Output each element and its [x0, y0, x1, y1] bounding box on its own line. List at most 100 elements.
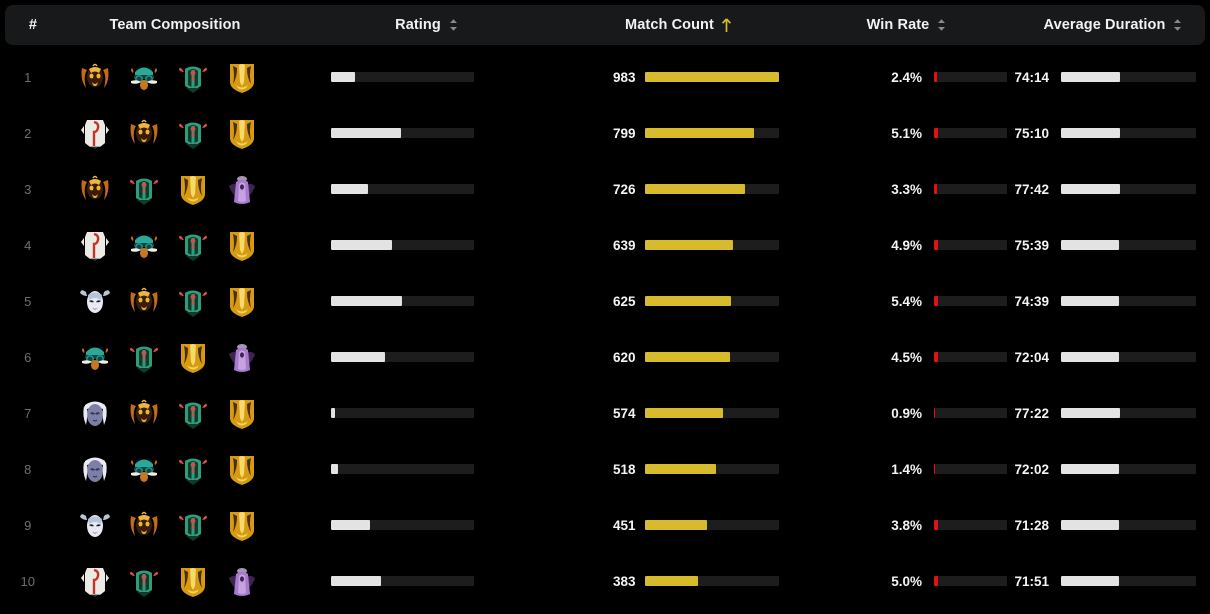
green-horned-armor-icon[interactable] [176, 452, 210, 486]
table-row[interactable]: 5 [0, 273, 1210, 329]
purple-winged-figure-icon[interactable] [225, 172, 259, 206]
rating-bar-track [331, 240, 474, 250]
table-row[interactable]: 10 [0, 553, 1210, 609]
table-row[interactable]: 4 [0, 217, 1210, 273]
column-header-rating[interactable]: Rating [289, 17, 565, 33]
column-header-team-label: Team Composition [109, 17, 240, 33]
row-rank: 3 [0, 182, 55, 197]
win-rate-bar-track [934, 520, 1007, 530]
green-horned-armor-icon[interactable] [127, 564, 161, 598]
table-row[interactable]: 7 [0, 385, 1210, 441]
win-rate-cell: 3.3% [779, 182, 1007, 197]
row-rank: 5 [0, 294, 55, 309]
green-horned-armor-icon[interactable] [176, 116, 210, 150]
teal-helm-mustache-icon[interactable] [127, 228, 161, 262]
orange-horned-beast-icon[interactable] [78, 60, 112, 94]
row-rank: 10 [0, 574, 55, 589]
average-duration-bar-track [1061, 464, 1196, 474]
pale-horned-face-icon[interactable] [78, 284, 112, 318]
row-rank: 9 [0, 518, 55, 533]
average-duration-cell: 77:42 [1007, 182, 1210, 197]
team-composition-icons [55, 284, 281, 318]
gold-shield-helm-icon[interactable] [225, 284, 259, 318]
teal-helm-mustache-icon[interactable] [127, 60, 161, 94]
blue-white-hair-face-icon[interactable] [78, 452, 112, 486]
green-horned-armor-icon[interactable] [176, 60, 210, 94]
win-rate-cell: 4.9% [779, 238, 1007, 253]
gold-shield-helm-icon[interactable] [225, 60, 259, 94]
sort-diamond-icon[interactable] [448, 18, 459, 32]
rating-cell [281, 72, 555, 82]
average-duration-value: 77:22 [1007, 406, 1049, 421]
rating-bar-fill [331, 296, 403, 306]
orange-horned-beast-icon[interactable] [127, 116, 161, 150]
table-body: 1 [0, 45, 1210, 609]
green-horned-armor-icon[interactable] [176, 228, 210, 262]
gold-shield-helm-icon[interactable] [225, 116, 259, 150]
column-header-average-duration[interactable]: Average Duration [1022, 17, 1205, 33]
green-horned-armor-icon[interactable] [127, 340, 161, 374]
green-horned-armor-icon[interactable] [176, 508, 210, 542]
average-duration-bar-fill [1061, 464, 1119, 474]
table-row[interactable]: 2 [0, 105, 1210, 161]
match-count-bar-fill [645, 520, 707, 530]
average-duration-value: 75:39 [1007, 238, 1049, 253]
white-red-banner-icon[interactable] [78, 116, 112, 150]
average-duration-cell: 75:10 [1007, 126, 1210, 141]
green-horned-armor-icon[interactable] [127, 172, 161, 206]
rating-bar-track [331, 464, 474, 474]
win-rate-bar-fill [934, 240, 938, 250]
blue-white-hair-face-icon[interactable] [78, 396, 112, 430]
column-header-team[interactable]: Team Composition [61, 17, 289, 33]
match-count-value: 383 [601, 574, 635, 589]
average-duration-bar-track [1061, 72, 1196, 82]
table-row[interactable]: 1 [0, 49, 1210, 105]
match-count-bar-track [645, 464, 779, 474]
sort-diamond-icon[interactable] [936, 18, 947, 32]
rating-cell [281, 576, 555, 586]
pale-horned-face-icon[interactable] [78, 508, 112, 542]
match-count-bar-track [645, 296, 779, 306]
win-rate-bar-fill [934, 184, 937, 194]
orange-horned-beast-icon[interactable] [78, 172, 112, 206]
purple-winged-figure-icon[interactable] [225, 340, 259, 374]
gold-shield-helm-icon[interactable] [225, 508, 259, 542]
table-row[interactable]: 6 [0, 329, 1210, 385]
gold-shield-helm-icon[interactable] [225, 228, 259, 262]
arrow-up-icon[interactable] [721, 18, 732, 33]
match-count-cell: 799 [555, 126, 780, 141]
table-row[interactable]: 9 [0, 497, 1210, 553]
gold-shield-helm-icon[interactable] [176, 172, 210, 206]
table-row[interactable]: 8 [0, 441, 1210, 497]
column-header-win-rate-label: Win Rate [867, 17, 930, 33]
gold-shield-helm-icon[interactable] [225, 396, 259, 430]
green-horned-armor-icon[interactable] [176, 396, 210, 430]
teal-helm-mustache-icon[interactable] [78, 340, 112, 374]
gold-shield-helm-icon[interactable] [176, 564, 210, 598]
table-row[interactable]: 3 [0, 161, 1210, 217]
column-header-win-rate[interactable]: Win Rate [792, 17, 1022, 33]
team-composition-icons [55, 228, 281, 262]
white-red-banner-icon[interactable] [78, 228, 112, 262]
orange-horned-beast-icon[interactable] [127, 396, 161, 430]
orange-horned-beast-icon[interactable] [127, 284, 161, 318]
orange-horned-beast-icon[interactable] [127, 508, 161, 542]
gold-shield-helm-icon[interactable] [176, 340, 210, 374]
average-duration-bar-track [1061, 128, 1196, 138]
average-duration-cell: 77:22 [1007, 406, 1210, 421]
average-duration-bar-fill [1061, 408, 1120, 418]
column-header-match-count[interactable]: Match Count [565, 17, 792, 33]
win-rate-bar-track [934, 408, 1007, 418]
table-header-row: # Team Composition Rating Match Count Wi… [5, 5, 1205, 45]
column-header-rank[interactable]: # [5, 17, 61, 33]
team-composition-icons [55, 452, 281, 486]
white-red-banner-icon[interactable] [78, 564, 112, 598]
gold-shield-helm-icon[interactable] [225, 452, 259, 486]
win-rate-bar-fill [934, 408, 935, 418]
green-horned-armor-icon[interactable] [176, 284, 210, 318]
teal-helm-mustache-icon[interactable] [127, 452, 161, 486]
sort-diamond-icon[interactable] [1172, 18, 1183, 32]
win-rate-cell: 2.4% [779, 70, 1007, 85]
purple-winged-figure-icon[interactable] [225, 564, 259, 598]
match-count-bar-fill [645, 408, 723, 418]
